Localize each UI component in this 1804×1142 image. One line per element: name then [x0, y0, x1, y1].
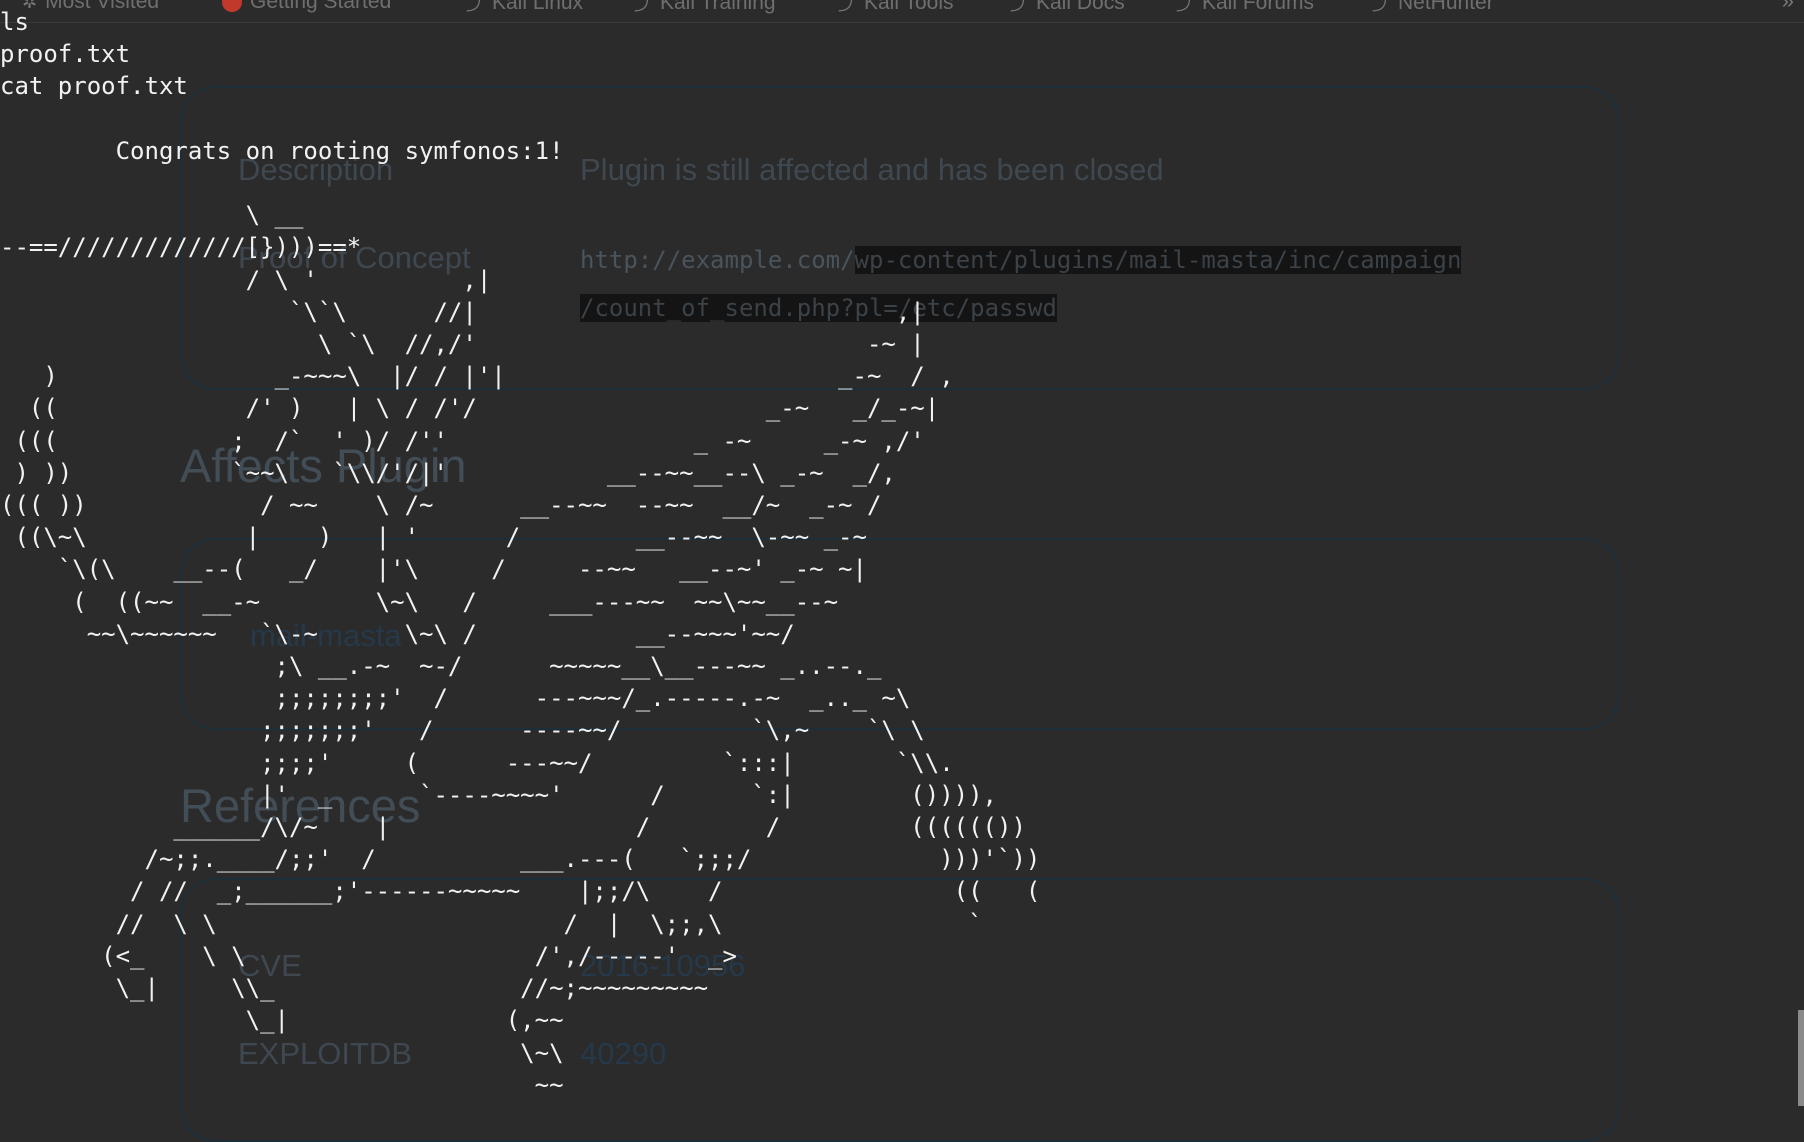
terminal-line: Congrats on rooting symfonos:1! [0, 136, 564, 165]
bookmark-kali-forums[interactable]: ⤴ Kali Forums [1176, 0, 1314, 16]
terminal-line: `\`\ //| ,| [0, 297, 925, 326]
terminal-line: ;;;;;;;;' / ---~~~/_.-----.-~ _.._ ~\ [0, 684, 911, 713]
terminal-line: / // _;______;'------~~~~~ |;;/\ / (( ( [0, 877, 1041, 906]
terminal-line: --==/////////////[})))==* [0, 233, 362, 262]
terminal-line: // \ \ / | \;;,\ ` [0, 909, 983, 938]
bookmark-label: NetHunter [1398, 0, 1494, 14]
terminal-line: \_| \\_ //~;~~~~~~~~~ [0, 974, 709, 1003]
terminal-line: ) )) `~~\ `\\/'/|' __--~~__--\ _-~ _/, [0, 458, 896, 487]
terminal-line: \~\ [0, 1038, 564, 1067]
terminal-line: ls [0, 8, 29, 36]
terminal-line: \ __ [0, 201, 304, 230]
kali-dragon-icon: ⤴ [1372, 0, 1390, 14]
chevron-right-icon[interactable]: » [1782, 0, 1794, 14]
terminal-line: ;\ __.-~ ~-/ ~~~~~__\__---~~ _..--._ [0, 652, 882, 681]
terminal-line: \_| (,~~ [0, 1006, 564, 1035]
bookmark-label: Kali Forums [1202, 0, 1315, 14]
terminal-line: proof.txt [0, 40, 131, 69]
terminal-line: ~~ [0, 1070, 564, 1099]
scrollbar-thumb[interactable] [1798, 1010, 1804, 1106]
terminal-line: ______/\/~ | / / (((((()) [0, 813, 1026, 842]
terminal-line: cat proof.txt [0, 72, 188, 101]
terminal-line: ((( )) / ~~ \ /~ __--~~ --~~ __/~ _-~ / [0, 491, 882, 520]
terminal-line: ( ((~~ __-~ \~\ / ___---~~ ~~\~~__--~ [0, 587, 839, 616]
terminal-line: ((\~\ | ) | ' / __--~~ \-~~ _-~ [0, 523, 867, 552]
terminal-line: \ `\ //,/' -~ | [0, 330, 925, 359]
terminal-line: `\(\ __--( _/ |'\ / --~~ __--~' _-~ ~| [0, 555, 867, 584]
terminal-line: (<_ \ \ /',/-----' _> [0, 941, 737, 970]
terminal-line: (( /' ) | \ / /'/ _-~ _/_-~| [0, 394, 940, 423]
scrollbar[interactable] [1796, 0, 1804, 1106]
terminal-line: /~;;.____/;;' / ___.---( `;;;/ )))'`)) [0, 845, 1041, 874]
terminal-line: ;;;;;;;' / ----~~/ `\,~ `\ \ [0, 716, 925, 745]
terminal-output: ls proof.txt cat proof.txt Congrats on roo… [0, 6, 1040, 1101]
terminal-line: ((( ; /` ' )/ /'' _ -~ _-~ ,/' [0, 426, 925, 455]
bookmark-nethunter[interactable]: ⤴ NetHunter [1372, 0, 1494, 16]
kali-dragon-icon: ⤴ [1176, 0, 1194, 14]
terminal-line: |' _ `----~~~~' / `:| ()))), [0, 780, 997, 809]
terminal-line: ) _-~~~\ |/ / |'| _-~ / , [0, 362, 954, 391]
terminal-line: / \ ' ,| [0, 265, 492, 294]
bookmark-label: Kali Docs [1036, 0, 1125, 14]
terminal-line: ~~\~~~~~~ `\-~ \~\ / __--~~~'~~/ [0, 619, 795, 648]
terminal-line: ;;;;' ( ---~~/ `:::| `\\. [0, 748, 954, 777]
